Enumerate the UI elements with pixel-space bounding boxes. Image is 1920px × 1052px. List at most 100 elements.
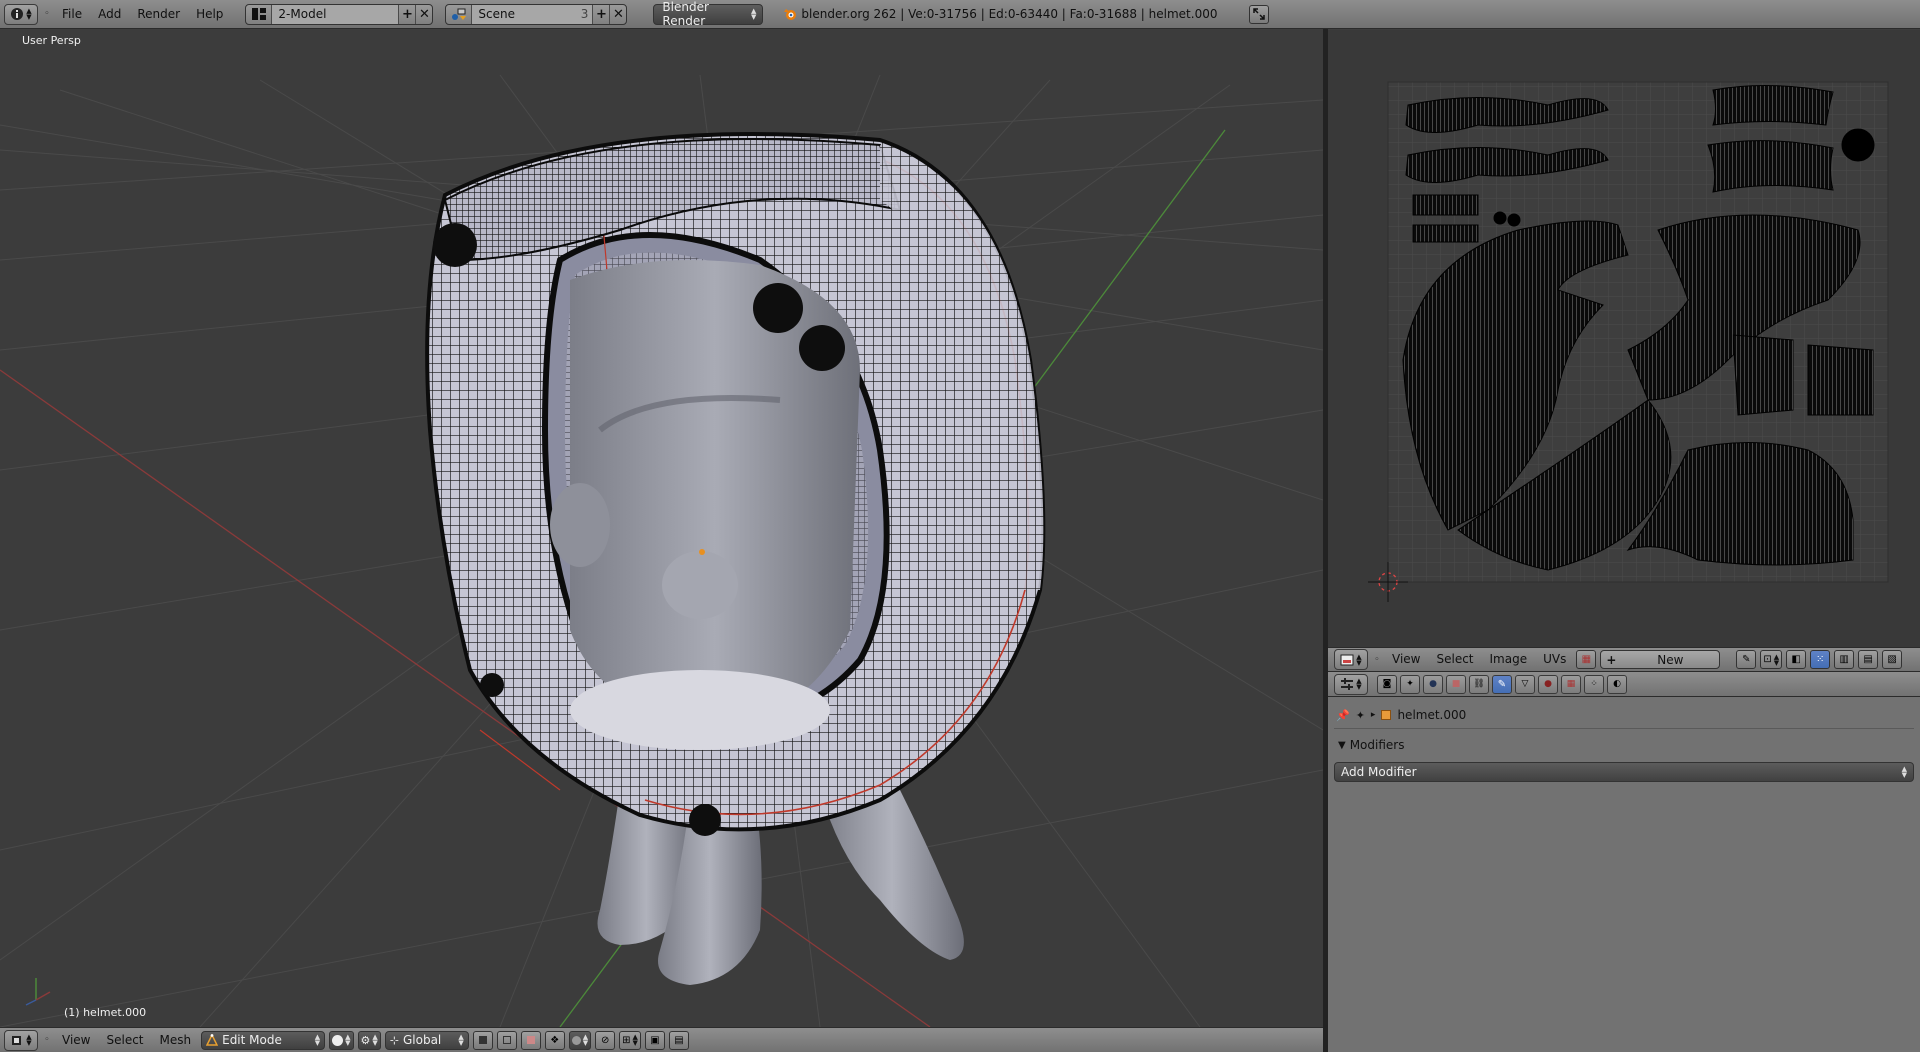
snap-element-icon: ⊞ [622, 1034, 631, 1046]
updown-arrows-icon: ▲ ▼ [26, 1033, 32, 1047]
scene-users-count: 3 [580, 6, 589, 21]
tab-texture[interactable]: ▦ [1561, 674, 1581, 694]
viewport-editor-type-button[interactable]: ▲ ▼ [4, 1029, 38, 1051]
blender-logo-icon [784, 9, 797, 20]
remove-screen-button[interactable]: ✕ [415, 4, 432, 24]
tab-object[interactable]: ■ [1446, 674, 1466, 694]
face-select-mode-button[interactable]: ▤ [1858, 650, 1879, 669]
constraint-icon: ⛓ [1473, 679, 1485, 689]
pin-image-button[interactable]: ✎ [1736, 650, 1757, 669]
dropdown-arrows-icon: ▲ ▼ [314, 1033, 321, 1047]
edge-select-button[interactable] [496, 1030, 517, 1050]
scene-name[interactable]: Scene 3 [472, 4, 593, 24]
scene-icon [446, 4, 473, 24]
axis-gizmo [25, 978, 51, 1006]
properties-icon [1341, 678, 1354, 690]
properties-editor-type-button[interactable]: ▲ ▼ [1334, 673, 1368, 695]
menu-view[interactable]: View [56, 1030, 96, 1051]
cube-icon [12, 1036, 22, 1045]
screen-layout-name[interactable]: 2-Model [272, 4, 399, 24]
menu-view[interactable]: View [1386, 649, 1426, 670]
new-image-button[interactable]: + New [1600, 650, 1721, 669]
orientation-label: Global [402, 1033, 442, 1047]
remove-scene-button[interactable]: ✕ [609, 4, 626, 24]
collapse-menu-icon[interactable]: ◦ [1372, 655, 1382, 665]
tab-scene[interactable]: ✦ [1400, 674, 1420, 694]
magnet-icon: ⊘ [600, 1034, 610, 1046]
properties-breadcrumb: 📌 ✦ ▸ helmet.000 [1336, 708, 1466, 722]
vertex-mode-icon: ⁙ [1815, 654, 1825, 665]
menu-mesh[interactable]: Mesh [154, 1030, 198, 1051]
scene-name-text: Scene [478, 6, 516, 21]
menu-help[interactable]: Help [190, 4, 229, 25]
uv-editor-header: ▲ ▼ ◦ View Select Image UVs ▦ + New ✎ ⊡ ▲… [1328, 647, 1920, 672]
viewport-header: ▲ ▼ ◦ View Select Mesh Edit Mode ▲ ▼ ▲ ▼ ⚙ … [0, 1027, 1323, 1052]
texture-icon: ▦ [1566, 679, 1576, 689]
menu-file[interactable]: File [56, 4, 88, 25]
camera-icon: ◙ [1382, 679, 1392, 689]
snap-element-dropdown[interactable]: ⊞ ▲ ▼ [619, 1030, 641, 1050]
fullscreen-button[interactable] [1249, 4, 1270, 24]
collapse-menu-icon[interactable]: ◦ [42, 1035, 52, 1045]
menu-render[interactable]: Render [131, 4, 186, 25]
screen-layout-selector[interactable]: 2-Model + ✕ [245, 3, 434, 25]
occlude-icon: ❖ [550, 1034, 560, 1046]
occlude-geometry-button[interactable]: ❖ [544, 1030, 565, 1050]
face-select-button[interactable] [520, 1030, 541, 1050]
modifiers-panel-header[interactable]: ▼ Modifiers [1334, 734, 1914, 756]
add-screen-button[interactable]: + [398, 4, 415, 24]
object-icon: ■ [1451, 679, 1461, 689]
editor-type-button[interactable]: ▲ ▼ [4, 3, 38, 25]
uv-pivot-dropdown[interactable]: ⊡ ▲ ▼ [1760, 650, 1783, 669]
world-icon: ● [1429, 679, 1437, 689]
menu-add[interactable]: Add [92, 4, 127, 25]
tab-material[interactable]: ● [1538, 674, 1558, 694]
film-icon: ▤ [674, 1034, 684, 1046]
menu-select[interactable]: Select [100, 1030, 149, 1051]
plus-icon: + [1606, 652, 1617, 667]
snap-toggle-button[interactable]: ⊘ [595, 1030, 616, 1050]
active-object-label: (1) helmet.000 [64, 1006, 147, 1019]
physics-icon: ◐ [1613, 679, 1621, 689]
menu-uvs[interactable]: UVs [1537, 649, 1572, 670]
tab-world[interactable]: ● [1423, 674, 1443, 694]
edge-mode-icon: ▥ [1839, 654, 1849, 665]
pin-icon[interactable]: 📌 [1336, 709, 1350, 722]
tab-data[interactable]: ▽ [1515, 674, 1535, 694]
transform-orientation-dropdown[interactable]: ⊹ Global ▲ ▼ [384, 1030, 469, 1050]
render-engine-dropdown[interactable]: Blender Render ▲ ▼ [653, 0, 764, 28]
object-name-label: helmet.000 [1397, 708, 1467, 722]
interaction-mode-dropdown[interactable]: Edit Mode ▲ ▼ [201, 1030, 326, 1050]
browse-image-button[interactable]: ▦ [1576, 650, 1597, 669]
uv-editor-type-button[interactable]: ▲ ▼ [1334, 649, 1368, 670]
pivot-point-dropdown[interactable]: ⚙ ▲ ▼ [357, 1030, 381, 1050]
updown-arrows-icon: ▲ ▼ [1356, 652, 1362, 667]
render-animation-button[interactable]: ▤ [668, 1030, 689, 1050]
add-modifier-dropdown[interactable]: Add Modifier ▲ ▼ [1334, 762, 1914, 782]
divider [1334, 728, 1914, 729]
tab-render[interactable]: ◙ [1377, 674, 1397, 694]
island-select-mode-button[interactable]: ▧ [1882, 650, 1903, 669]
dropdown-arrows-icon: ▲ ▼ [582, 1033, 589, 1047]
tab-physics[interactable]: ◐ [1607, 674, 1627, 694]
sync-selection-button[interactable]: ◧ [1786, 650, 1807, 669]
add-scene-button[interactable]: + [592, 4, 609, 24]
tab-particles[interactable]: ⁘ [1584, 674, 1604, 694]
view-perspective-label: User Persp [22, 34, 81, 47]
menu-select[interactable]: Select [1430, 649, 1479, 670]
uv-image-editor[interactable] [1328, 30, 1920, 647]
edge-select-mode-button[interactable]: ▥ [1834, 650, 1855, 669]
collapse-menu-icon[interactable]: ◦ [42, 9, 52, 19]
tab-constraints[interactable]: ⛓ [1469, 674, 1489, 694]
vertex-select-button[interactable] [472, 1030, 493, 1050]
3d-viewport[interactable]: User Persp (1) helmet.000 [0, 30, 1323, 1027]
particles-icon: ⁘ [1590, 679, 1598, 689]
tab-modifiers[interactable]: ✎ [1492, 674, 1512, 694]
image-browse-icon: ▦ [1581, 654, 1592, 665]
viewport-shading-dropdown[interactable]: ▲ ▼ [329, 1030, 354, 1050]
vertex-select-mode-button[interactable]: ⁙ [1810, 650, 1831, 669]
proportional-edit-dropdown[interactable]: ▲ ▼ [568, 1030, 592, 1050]
scene-selector[interactable]: Scene 3 + ✕ [445, 3, 628, 25]
menu-image[interactable]: Image [1484, 649, 1534, 670]
render-opengl-button[interactable]: ▣ [644, 1030, 665, 1050]
